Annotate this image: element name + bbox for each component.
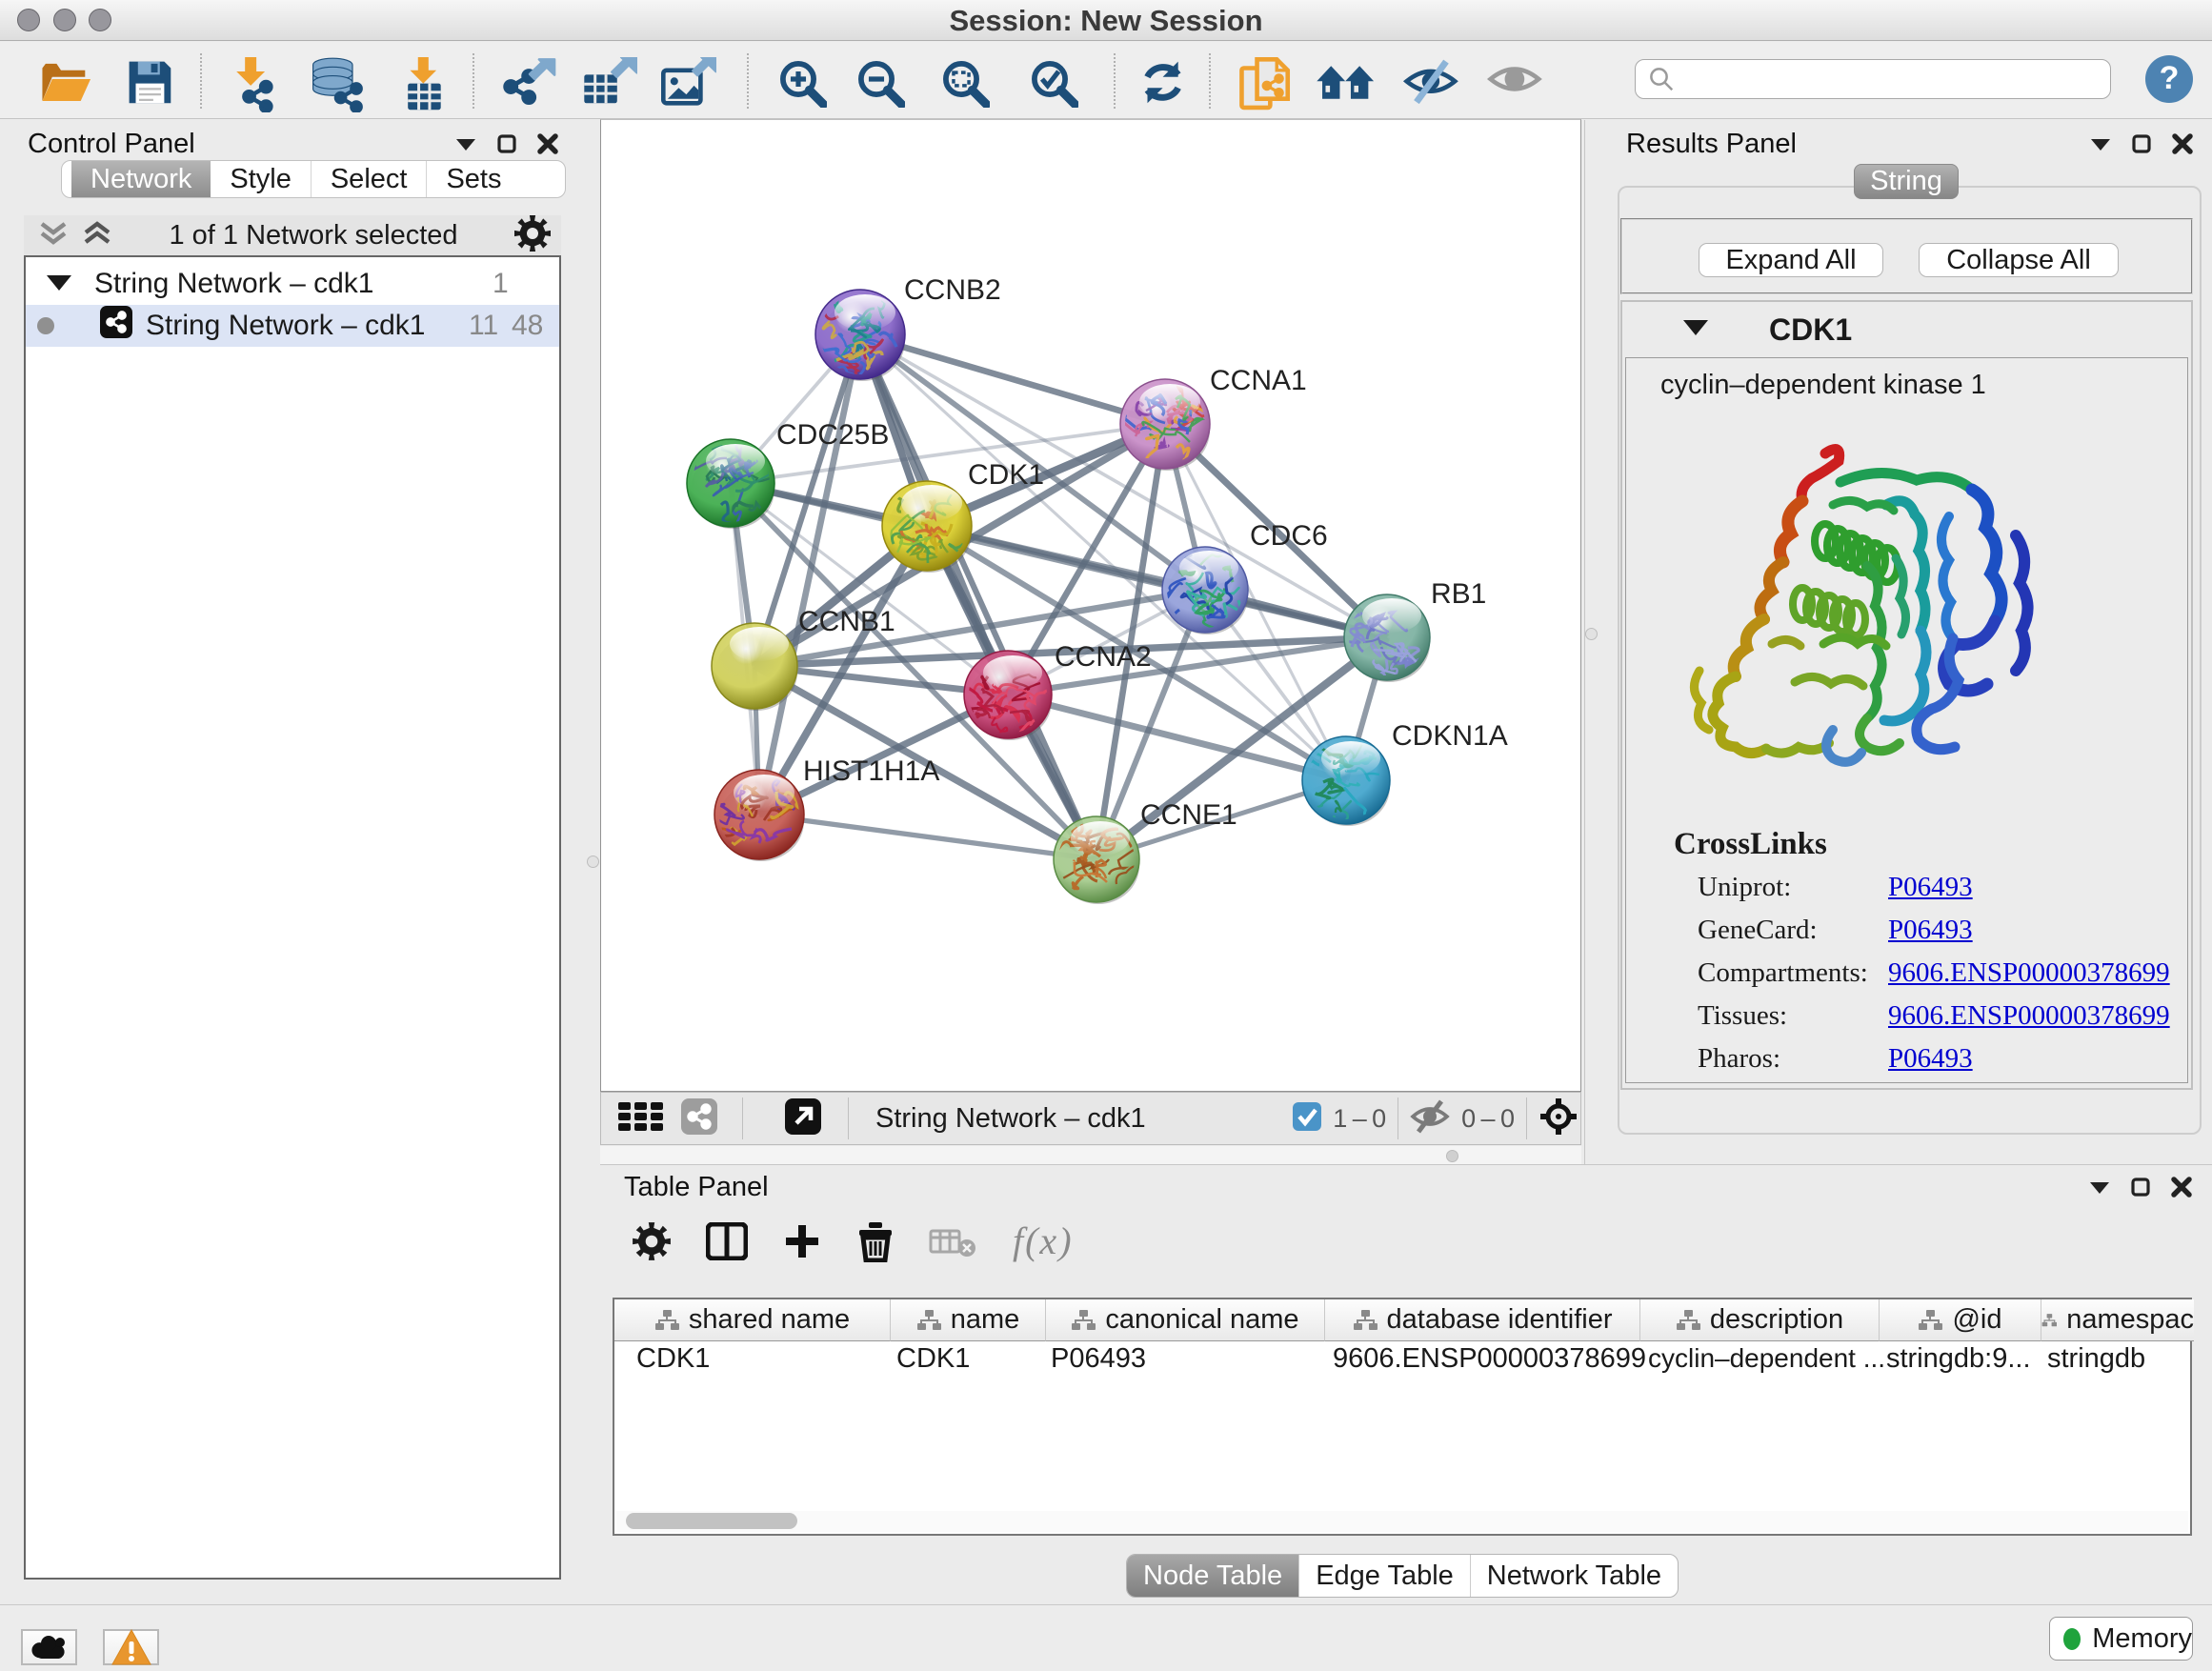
svg-text:CCNA2: CCNA2 xyxy=(1055,641,1152,673)
svg-text:CCNB1: CCNB1 xyxy=(798,606,895,637)
svg-text:CCNA1: CCNA1 xyxy=(1210,365,1307,396)
svg-text:HIST1H1A: HIST1H1A xyxy=(803,755,939,787)
svg-text:CCNE1: CCNE1 xyxy=(1140,799,1237,831)
svg-text:CDC25B: CDC25B xyxy=(776,419,889,451)
svg-text:CDK1: CDK1 xyxy=(968,459,1044,491)
svg-text:RB1: RB1 xyxy=(1431,578,1486,610)
svg-text:CDKN1A: CDKN1A xyxy=(1392,720,1508,752)
svg-text:CCNB2: CCNB2 xyxy=(904,274,1001,306)
svg-text:CDC6: CDC6 xyxy=(1250,520,1328,552)
